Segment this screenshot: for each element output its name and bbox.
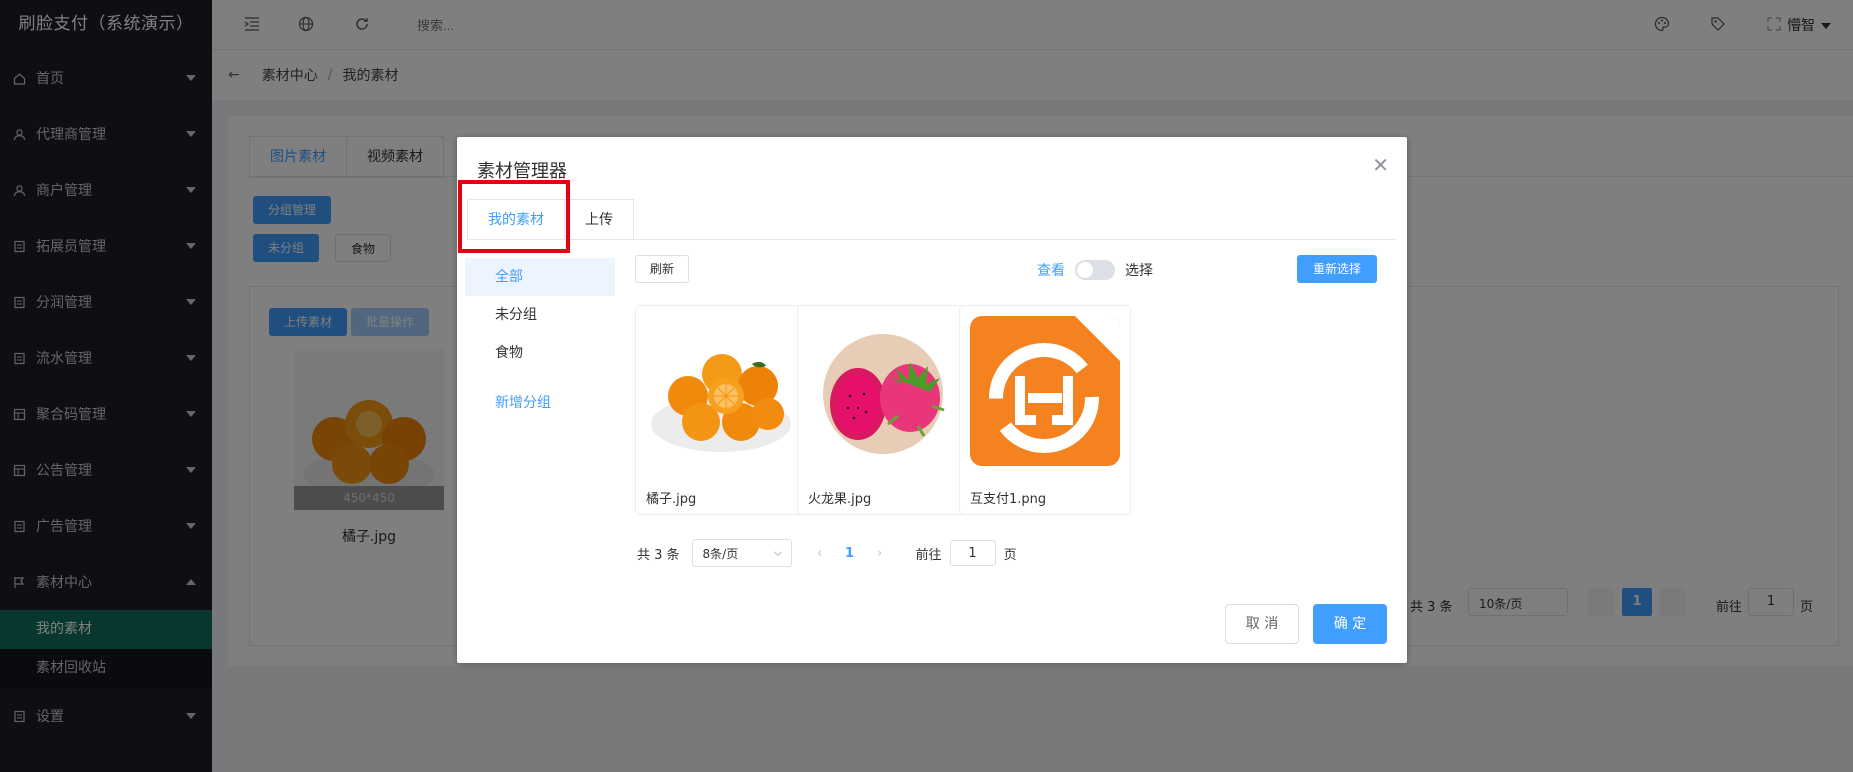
page-size-select[interactable]: 8条/页 <box>691 539 792 567</box>
dragonfruit-image <box>808 316 958 466</box>
material-card[interactable]: 橘子.jpg <box>635 305 807 515</box>
group-item-food[interactable]: 食物 <box>465 334 615 372</box>
material-file-name: 互支付1.png <box>970 492 1047 507</box>
reselect-button[interactable]: 重新选择 <box>1297 255 1378 283</box>
dialog-pagination: 共 3 条 8条/页 ‹ 1 › 前往 1 页 <box>637 539 1017 567</box>
group-item-all[interactable]: 全部 <box>465 258 615 296</box>
tab-upload[interactable]: 上传 <box>565 199 634 239</box>
mode-select-label[interactable]: 选择 <box>1125 260 1153 280</box>
chevron-down-icon <box>773 547 782 556</box>
material-card[interactable]: 互支付1.png <box>959 305 1131 515</box>
close-icon[interactable]: ✕ <box>1372 153 1389 177</box>
mode-view-label[interactable]: 查看 <box>1037 260 1065 280</box>
add-group-link[interactable]: 新增分组 <box>465 384 615 422</box>
material-file-name: 火龙果.jpg <box>808 492 872 507</box>
material-file-name: 橘子.jpg <box>646 492 697 507</box>
next-page-icon[interactable]: › <box>870 546 890 561</box>
hupay-logo-image <box>970 316 1120 466</box>
goto-page-input[interactable]: 1 <box>949 540 996 566</box>
switch-knob <box>1077 262 1093 278</box>
orange-image <box>646 316 796 466</box>
pager-total: 共 3 条 <box>637 547 680 563</box>
page-number-1[interactable]: 1 <box>830 546 870 561</box>
page-size-value: 8条/页 <box>702 546 739 561</box>
page-unit: 页 <box>1003 547 1017 563</box>
cancel-button[interactable]: 取 消 <box>1225 604 1299 644</box>
tab-divider <box>467 239 1397 240</box>
material-card[interactable]: 火龙果.jpg <box>797 305 969 515</box>
goto-label: 前往 <box>915 547 942 563</box>
refresh-button[interactable]: 刷新 <box>635 255 690 283</box>
mode-toggle: 查看 选择 <box>1037 260 1153 280</box>
prev-page-icon[interactable]: ‹ <box>810 546 830 561</box>
group-list: 全部 未分组 食物 新增分组 <box>465 258 615 422</box>
mode-switch[interactable] <box>1075 260 1115 280</box>
highlight-box <box>458 180 570 253</box>
group-item-ungrouped[interactable]: 未分组 <box>465 296 615 334</box>
material-manager-dialog: 素材管理器 ✕ 我的素材 上传 全部 未分组 食物 新增分组 刷新 查看 选择 … <box>457 137 1407 663</box>
confirm-button[interactable]: 确 定 <box>1313 604 1387 644</box>
